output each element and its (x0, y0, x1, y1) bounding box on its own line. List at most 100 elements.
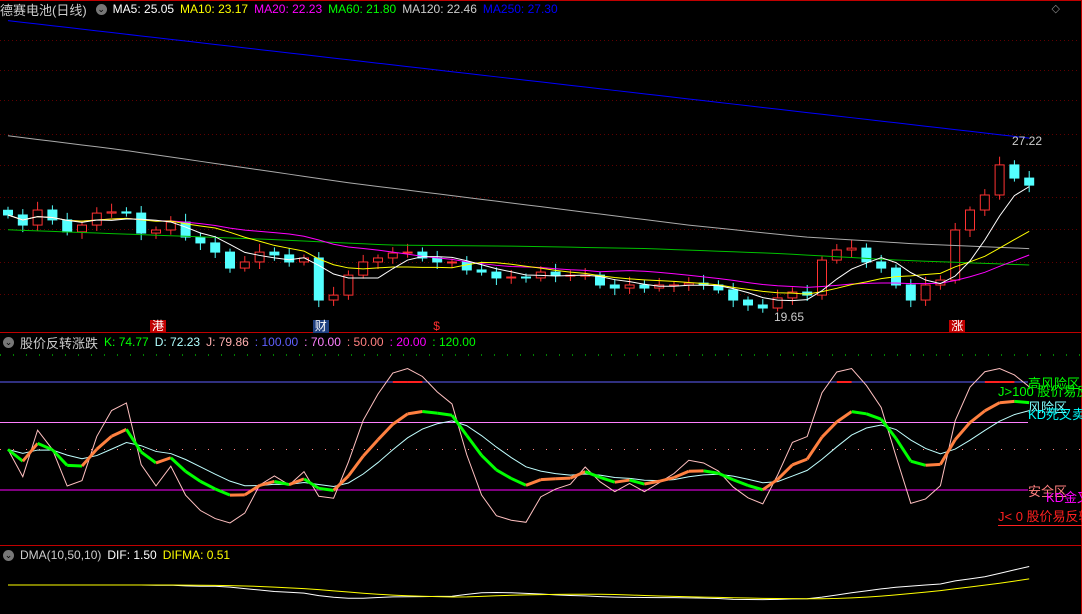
kd-dead-cross-label: KD死叉卖 (1028, 407, 1082, 422)
candle-down (905, 284, 916, 301)
k-line-segment (910, 459, 927, 467)
chart-canvas (0, 0, 1082, 614)
candle-up (373, 257, 383, 263)
k-line-segment (925, 462, 941, 467)
level-legend: : 100.00: 70.00: 50.00: 20.00: 120.00 (255, 335, 482, 349)
event-marker[interactable]: 涨 (949, 320, 966, 333)
candle-down (728, 289, 739, 301)
event-marker[interactable]: 财 (312, 320, 329, 333)
j-under-label: J< 0 股价易反转 (998, 506, 1082, 526)
k-line-segment (984, 401, 1001, 413)
k-line-segment (805, 436, 824, 460)
k-line-segment (67, 463, 83, 468)
candle-down (476, 269, 487, 273)
k-line-segment (540, 477, 556, 482)
ma10-line (7, 214, 1030, 295)
k-line-segment (155, 456, 172, 465)
k-line-segment (820, 420, 838, 439)
dma-header: ⌄ DMA(10,50,10) DIF: 1.50 DIFMA: 0.51 (0, 547, 236, 563)
kd-golden-cross-label: KD金叉买 (1046, 490, 1082, 505)
candle-down (521, 276, 531, 279)
event-marker[interactable]: 港 (150, 320, 167, 333)
k-line-segment (969, 409, 986, 424)
k-line-segment (525, 478, 542, 487)
price-header: 德赛电池(日线) ⌄ MA5: 25.05 MA10: 23.17 MA20: 22… (0, 1, 570, 18)
k-line-segment (184, 470, 202, 483)
candle-down (743, 299, 753, 306)
candle-up (106, 211, 117, 214)
candle-down (639, 284, 650, 289)
kdj-title: 股价反转涨跌 (20, 335, 99, 351)
candle-down (269, 251, 280, 256)
candle-down (284, 254, 295, 263)
candle-up (965, 209, 975, 231)
k-line-segment (480, 454, 498, 472)
ma-legend-item: MA10: 23.17 (180, 2, 249, 16)
candle-down (461, 261, 472, 271)
diamond-icon[interactable]: ◇ (1052, 2, 1060, 15)
low-price-label: 19.65 (774, 310, 805, 324)
dma-title: DMA(10,50,10) (20, 548, 102, 562)
candle-down (491, 271, 502, 279)
k-line-segment (1014, 399, 1030, 405)
candle-up (328, 294, 339, 301)
difma-value: DIFMA: 0.51 (162, 548, 231, 562)
k-line-segment (658, 476, 675, 483)
candle-down (3, 209, 13, 216)
level-legend-item: : 70.00 (304, 335, 341, 349)
level-legend-item: : 50.00 (346, 335, 384, 349)
k-line-segment (110, 427, 128, 438)
ma-legend-item: MA20: 22.23 (254, 2, 323, 16)
candle-down (62, 219, 73, 233)
k-line-segment (407, 410, 423, 416)
chevron-down-icon[interactable]: ⌄ (95, 3, 107, 15)
k-line-segment (140, 450, 157, 465)
k-line-segment (169, 456, 187, 473)
k-line-segment (747, 483, 764, 492)
d-value: D: 72.23 (154, 335, 201, 349)
d-line (7, 410, 1030, 487)
k-line-segment (835, 410, 853, 424)
candle-up (254, 251, 265, 263)
candle-up (624, 284, 635, 289)
k-line-segment (436, 411, 453, 417)
candle-up (817, 259, 827, 296)
k-line-segment (347, 455, 365, 477)
chevron-down-icon[interactable]: ⌄ (3, 549, 14, 561)
level-legend-item: : 120.00 (432, 335, 476, 349)
k-line-segment (939, 438, 957, 466)
candle-up (91, 212, 102, 226)
candle-up (447, 261, 457, 264)
k-line-segment (362, 438, 380, 458)
candle-up (402, 251, 413, 254)
candle-down (210, 242, 221, 253)
k-line-segment (510, 477, 527, 487)
k-line-segment (954, 421, 972, 441)
candle-down (757, 304, 768, 309)
k-line-segment (761, 478, 779, 492)
candle-up (846, 247, 857, 251)
candle-up (994, 164, 1005, 196)
ma-legend: MA5: 25.05 MA10: 23.17 MA20: 22.23 MA60: 21… (113, 2, 564, 16)
candle-up (239, 261, 250, 269)
candle-down (1024, 177, 1035, 186)
k-line-segment (318, 486, 334, 492)
ma250-line (7, 20, 1030, 139)
candle-up (77, 224, 87, 233)
event-marker[interactable]: $ (431, 320, 442, 333)
k-line-segment (865, 412, 882, 421)
k-line-segment (999, 399, 1015, 405)
k-line-segment (599, 475, 616, 484)
j-line (7, 367, 1030, 524)
k-line-segment (422, 410, 438, 415)
k-line-segment (791, 457, 808, 467)
stock-title: 德赛电池(日线) (0, 2, 87, 18)
ma-legend-item: MA120: 22.46 (402, 2, 477, 16)
candle-down (1009, 164, 1020, 179)
k-line-segment (376, 423, 394, 441)
k-line-segment (851, 410, 867, 416)
candle-up (920, 284, 931, 301)
k-line-segment (894, 437, 913, 462)
chevron-down-icon[interactable]: ⌄ (3, 336, 14, 348)
candle-down (550, 271, 561, 276)
